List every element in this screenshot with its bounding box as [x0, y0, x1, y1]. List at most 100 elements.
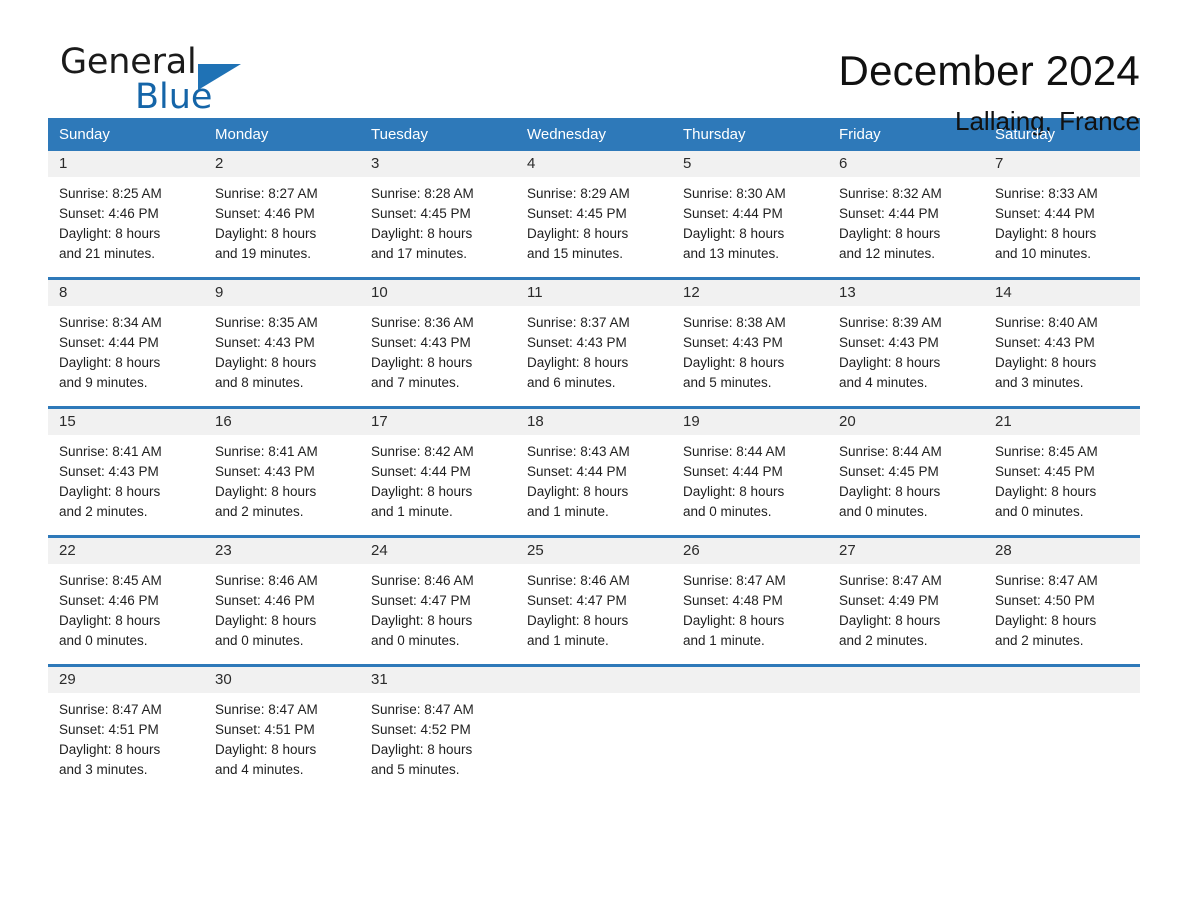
daylight-text-line1: Daylight: 8 hours: [527, 484, 629, 499]
sunrise-text: Sunrise: 8:40 AM: [995, 315, 1098, 330]
day-cell-empty: [828, 667, 984, 780]
sunrise-text: Sunrise: 8:44 AM: [839, 444, 942, 459]
day-cell[interactable]: 12 Sunrise: 8:38 AM Sunset: 4:43 PM Dayligh…: [672, 280, 828, 393]
day-cell[interactable]: 3 Sunrise: 8:28 AM Sunset: 4:45 PM Daylight…: [360, 151, 516, 264]
day-number: [828, 667, 984, 693]
daylight-text-line1: Daylight: 8 hours: [839, 613, 941, 628]
day-cell[interactable]: 8 Sunrise: 8:34 AM Sunset: 4:44 PM Daylight…: [48, 280, 204, 393]
sunset-text: Sunset: 4:44 PM: [59, 335, 159, 350]
day-cell[interactable]: 28 Sunrise: 8:47 AM Sunset: 4:50 PM Dayligh…: [984, 538, 1140, 651]
day-details: Sunrise: 8:30 AM Sunset: 4:44 PM Daylight:…: [672, 177, 828, 264]
sunset-text: Sunset: 4:45 PM: [527, 206, 627, 221]
calendar-week-row: 8 Sunrise: 8:34 AM Sunset: 4:44 PM Daylight…: [48, 277, 1140, 393]
day-cell[interactable]: 17 Sunrise: 8:42 AM Sunset: 4:44 PM Dayligh…: [360, 409, 516, 522]
day-cell[interactable]: 29 Sunrise: 8:47 AM Sunset: 4:51 PM Dayligh…: [48, 667, 204, 780]
day-cell[interactable]: 6 Sunrise: 8:32 AM Sunset: 4:44 PM Daylight…: [828, 151, 984, 264]
daylight-text-line2: and 7 minutes.: [371, 375, 460, 390]
daylight-text-line2: and 3 minutes.: [59, 762, 148, 777]
day-details: Sunrise: 8:33 AM Sunset: 4:44 PM Daylight:…: [984, 177, 1140, 264]
sunrise-text: Sunrise: 8:39 AM: [839, 315, 942, 330]
day-cell[interactable]: 2 Sunrise: 8:27 AM Sunset: 4:46 PM Daylight…: [204, 151, 360, 264]
day-cell[interactable]: 7 Sunrise: 8:33 AM Sunset: 4:44 PM Daylight…: [984, 151, 1140, 264]
day-cell[interactable]: 19 Sunrise: 8:44 AM Sunset: 4:44 PM Dayligh…: [672, 409, 828, 522]
day-cell[interactable]: 16 Sunrise: 8:41 AM Sunset: 4:43 PM Dayligh…: [204, 409, 360, 522]
day-details: Sunrise: 8:27 AM Sunset: 4:46 PM Daylight:…: [204, 177, 360, 264]
day-cell[interactable]: 22 Sunrise: 8:45 AM Sunset: 4:46 PM Dayligh…: [48, 538, 204, 651]
day-number: 22: [48, 538, 204, 564]
day-details: Sunrise: 8:42 AM Sunset: 4:44 PM Daylight:…: [360, 435, 516, 522]
sunrise-text: Sunrise: 8:38 AM: [683, 315, 786, 330]
day-cell[interactable]: 30 Sunrise: 8:47 AM Sunset: 4:51 PM Dayligh…: [204, 667, 360, 780]
day-number: 3: [360, 151, 516, 177]
sunset-text: Sunset: 4:43 PM: [527, 335, 627, 350]
sunset-text: Sunset: 4:43 PM: [371, 335, 471, 350]
day-details: Sunrise: 8:32 AM Sunset: 4:44 PM Daylight:…: [828, 177, 984, 264]
day-cell[interactable]: 10 Sunrise: 8:36 AM Sunset: 4:43 PM Dayligh…: [360, 280, 516, 393]
day-cell[interactable]: 18 Sunrise: 8:43 AM Sunset: 4:44 PM Dayligh…: [516, 409, 672, 522]
day-cell[interactable]: 13 Sunrise: 8:39 AM Sunset: 4:43 PM Dayligh…: [828, 280, 984, 393]
day-cell[interactable]: 14 Sunrise: 8:40 AM Sunset: 4:43 PM Dayligh…: [984, 280, 1140, 393]
sunrise-text: Sunrise: 8:25 AM: [59, 186, 162, 201]
day-details: Sunrise: 8:47 AM Sunset: 4:51 PM Daylight:…: [48, 693, 204, 780]
day-cell[interactable]: 26 Sunrise: 8:47 AM Sunset: 4:48 PM Dayligh…: [672, 538, 828, 651]
sunrise-text: Sunrise: 8:33 AM: [995, 186, 1098, 201]
sunset-text: Sunset: 4:48 PM: [683, 593, 783, 608]
day-cell[interactable]: 15 Sunrise: 8:41 AM Sunset: 4:43 PM Dayligh…: [48, 409, 204, 522]
daylight-text-line2: and 0 minutes.: [839, 504, 928, 519]
day-number: 8: [48, 280, 204, 306]
sunrise-text: Sunrise: 8:37 AM: [527, 315, 630, 330]
day-cell[interactable]: 5 Sunrise: 8:30 AM Sunset: 4:44 PM Daylight…: [672, 151, 828, 264]
day-number: 30: [204, 667, 360, 693]
day-details: Sunrise: 8:35 AM Sunset: 4:43 PM Daylight:…: [204, 306, 360, 393]
daylight-text-line2: and 13 minutes.: [683, 246, 780, 261]
sunrise-text: Sunrise: 8:44 AM: [683, 444, 786, 459]
daylight-text-line1: Daylight: 8 hours: [371, 484, 473, 499]
generalblue-logo[interactable]: General Blue: [48, 44, 278, 116]
calendar-table: Sunday Monday Tuesday Wednesday Thursday…: [48, 118, 1140, 780]
sunrise-text: Sunrise: 8:47 AM: [839, 573, 942, 588]
sunset-text: Sunset: 4:45 PM: [371, 206, 471, 221]
day-number: 11: [516, 280, 672, 306]
sunrise-text: Sunrise: 8:47 AM: [215, 702, 318, 717]
sunset-text: Sunset: 4:52 PM: [371, 722, 471, 737]
day-number: 21: [984, 409, 1140, 435]
day-cell[interactable]: 24 Sunrise: 8:46 AM Sunset: 4:47 PM Dayligh…: [360, 538, 516, 651]
day-cell[interactable]: 11 Sunrise: 8:37 AM Sunset: 4:43 PM Dayligh…: [516, 280, 672, 393]
day-details: Sunrise: 8:34 AM Sunset: 4:44 PM Daylight:…: [48, 306, 204, 393]
sunset-text: Sunset: 4:43 PM: [215, 335, 315, 350]
daylight-text-line2: and 12 minutes.: [839, 246, 936, 261]
daylight-text-line1: Daylight: 8 hours: [839, 484, 941, 499]
day-number: 1: [48, 151, 204, 177]
day-number: 9: [204, 280, 360, 306]
day-number: 15: [48, 409, 204, 435]
day-cell[interactable]: 23 Sunrise: 8:46 AM Sunset: 4:46 PM Dayligh…: [204, 538, 360, 651]
daylight-text-line2: and 2 minutes.: [215, 504, 304, 519]
sunset-text: Sunset: 4:47 PM: [527, 593, 627, 608]
daylight-text-line1: Daylight: 8 hours: [59, 226, 161, 241]
day-cell[interactable]: 1 Sunrise: 8:25 AM Sunset: 4:46 PM Daylight…: [48, 151, 204, 264]
day-details: Sunrise: 8:47 AM Sunset: 4:51 PM Daylight:…: [204, 693, 360, 780]
day-details: Sunrise: 8:45 AM Sunset: 4:45 PM Daylight:…: [984, 435, 1140, 522]
daylight-text-line2: and 17 minutes.: [371, 246, 468, 261]
daylight-text-line1: Daylight: 8 hours: [371, 226, 473, 241]
week-spacer: [48, 522, 1140, 535]
day-cell[interactable]: 31 Sunrise: 8:47 AM Sunset: 4:52 PM Dayligh…: [360, 667, 516, 780]
day-cell[interactable]: 4 Sunrise: 8:29 AM Sunset: 4:45 PM Daylight…: [516, 151, 672, 264]
day-details: Sunrise: 8:41 AM Sunset: 4:43 PM Daylight:…: [204, 435, 360, 522]
daylight-text-line1: Daylight: 8 hours: [995, 484, 1097, 499]
sunset-text: Sunset: 4:43 PM: [839, 335, 939, 350]
day-details: Sunrise: 8:46 AM Sunset: 4:46 PM Daylight:…: [204, 564, 360, 651]
day-cell[interactable]: 27 Sunrise: 8:47 AM Sunset: 4:49 PM Dayligh…: [828, 538, 984, 651]
day-cell[interactable]: 21 Sunrise: 8:45 AM Sunset: 4:45 PM Dayligh…: [984, 409, 1140, 522]
day-number: 27: [828, 538, 984, 564]
day-cell[interactable]: 20 Sunrise: 8:44 AM Sunset: 4:45 PM Dayligh…: [828, 409, 984, 522]
day-cell[interactable]: 9 Sunrise: 8:35 AM Sunset: 4:43 PM Daylight…: [204, 280, 360, 393]
day-details: Sunrise: 8:47 AM Sunset: 4:49 PM Daylight:…: [828, 564, 984, 651]
week-spacer: [48, 264, 1140, 277]
day-number: 20: [828, 409, 984, 435]
day-cell[interactable]: 25 Sunrise: 8:46 AM Sunset: 4:47 PM Dayligh…: [516, 538, 672, 651]
daylight-text-line2: and 5 minutes.: [683, 375, 772, 390]
calendar-week-row: 1 Sunrise: 8:25 AM Sunset: 4:46 PM Daylight…: [48, 151, 1140, 264]
sunrise-text: Sunrise: 8:47 AM: [683, 573, 786, 588]
page-header: General Blue December 2024 Lallaing, Fra…: [48, 0, 1140, 136]
